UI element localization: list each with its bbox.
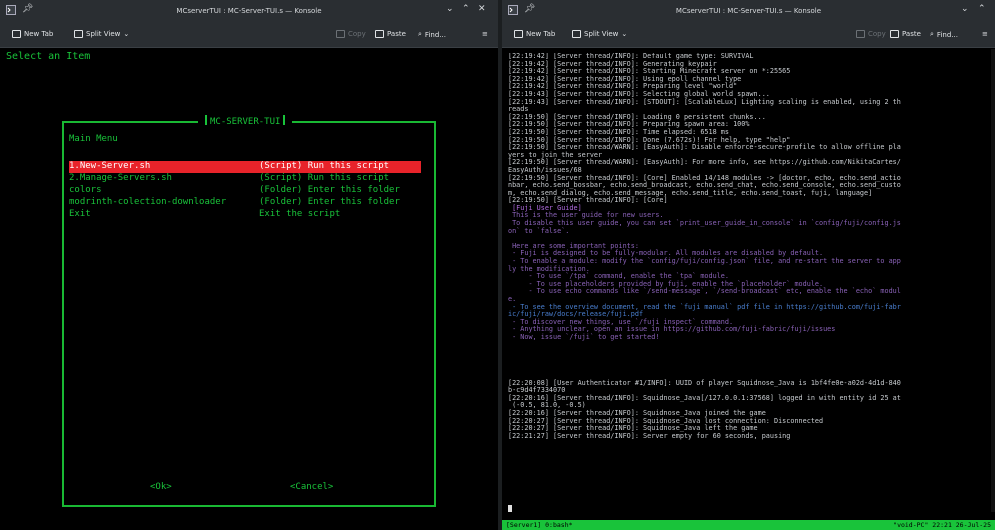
- right-toolbar: New Tab Split View ⌄ Copy Paste ⌕ Find..…: [502, 22, 995, 48]
- split-view-button[interactable]: Split View ⌄: [74, 30, 129, 38]
- right-titlebar: 📌︎ MCserverTUI : MC-Server-TUI.s — Konso…: [502, 0, 995, 22]
- log-line: [22:20:08] [User Authenticator #1/INFO]:…: [508, 378, 901, 387]
- menu-item[interactable]: 1.New-Server.sh (Script) Run this script: [69, 161, 421, 173]
- new-tab-icon: [514, 30, 523, 38]
- menu-item-description: (Folder) Enter this folder: [259, 185, 400, 195]
- new-tab-button[interactable]: New Tab: [12, 30, 53, 38]
- right-konsole-window: 📌︎ MCserverTUI : MC-Server-TUI.s — Konso…: [502, 0, 995, 530]
- copy-label: Copy: [868, 30, 886, 38]
- minimize-icon[interactable]: ⌄: [961, 4, 969, 14]
- menu-item-description: (Folder) Enter this folder: [259, 197, 400, 207]
- left-terminal[interactable]: Select an Item MC-SERVER-TUI Main Menu 1…: [0, 49, 498, 530]
- find-button[interactable]: ⌕ Find...: [930, 30, 958, 39]
- paste-label: Paste: [902, 30, 921, 38]
- window-title: MCserverTUI : MC-Server-TUI.s — Konsole: [675, 7, 822, 15]
- maximize-icon[interactable]: ⌃: [978, 4, 986, 14]
- split-view-label: Split View: [86, 30, 121, 38]
- tui-dialog: MC-SERVER-TUI Main Menu 1.New-Server.sh (…: [62, 115, 436, 507]
- tmux-session-label: [Server1] 0:bash*: [506, 521, 573, 529]
- menu-item[interactable]: 2.Manage-Servers.sh (Script) Run this scr…: [69, 173, 421, 185]
- dialog-title: MC-SERVER-TUI: [198, 115, 293, 127]
- minimize-icon[interactable]: ⌄: [446, 4, 454, 14]
- log-line: [22:21:27] [Server thread/INFO]: Server …: [508, 431, 791, 440]
- copy-button[interactable]: Copy: [856, 30, 886, 38]
- paste-button[interactable]: Paste: [890, 30, 921, 38]
- tmux-status-bar: [Server1] 0:bash* "void-PC" 22:21 26-Jul…: [502, 520, 995, 530]
- chevron-down-icon: ⌄: [621, 30, 628, 38]
- menu-item-name: 1.New-Server.sh: [69, 161, 151, 171]
- menu-item-name: modrinth-colection-downloader: [69, 197, 227, 207]
- copy-button[interactable]: Copy: [336, 30, 366, 38]
- menu-item[interactable]: Exit Exit the script: [69, 209, 421, 221]
- server-log: [22:19:42] [Server thread/INFO]: Default…: [508, 53, 989, 440]
- terminal-cursor: [508, 505, 512, 512]
- terminal-scrollbar[interactable]: [991, 49, 995, 512]
- menu-item-name: colors: [69, 185, 102, 195]
- cancel-button[interactable]: <Cancel>: [290, 482, 333, 492]
- copy-icon: [336, 30, 345, 38]
- split-view-label: Split View: [584, 30, 619, 38]
- find-label: Find...: [936, 30, 958, 39]
- split-view-button[interactable]: Split View ⌄: [572, 30, 627, 38]
- new-tab-label: New Tab: [24, 30, 54, 38]
- split-view-icon: [572, 30, 581, 38]
- log-line: on` to `false`.: [508, 226, 570, 235]
- log-line: - Now, issue `/fuji` to get started!: [508, 332, 660, 341]
- log-line: [22:19:43] [Server thread/INFO]: [STDOUT…: [508, 97, 901, 106]
- maximize-icon[interactable]: ⌃: [462, 4, 470, 14]
- left-toolbar: New Tab Split View ⌄ Copy Paste ⌕ Find..…: [0, 22, 498, 48]
- menu-item[interactable]: modrinth-colection-downloader (Folder) En…: [69, 197, 421, 209]
- search-icon: ⌕: [930, 30, 934, 38]
- search-icon: ⌕: [418, 30, 422, 38]
- new-tab-label: New Tab: [526, 30, 556, 38]
- left-konsole-window: 📌︎ MCserverTUI : MC-Server-TUI.s — Konso…: [0, 0, 498, 530]
- copy-icon: [856, 30, 865, 38]
- find-label: Find...: [424, 30, 446, 39]
- new-tab-icon: [12, 30, 21, 38]
- menu-title: Main Menu: [69, 134, 118, 144]
- menu-item-description: (Script) Run this script: [259, 173, 390, 183]
- menu-item-name: 2.Manage-Servers.sh: [69, 173, 172, 183]
- paste-icon: [375, 30, 384, 38]
- menu-item[interactable]: colors (Folder) Enter this folder: [69, 185, 421, 197]
- paste-label: Paste: [387, 30, 406, 38]
- status-line: Select an Item: [6, 51, 91, 62]
- paste-icon: [890, 30, 899, 38]
- left-titlebar: 📌︎ MCserverTUI : MC-Server-TUI.s — Konso…: [0, 0, 498, 22]
- copy-label: Copy: [348, 30, 366, 38]
- menu-item-description: (Script) Run this script: [259, 161, 390, 171]
- new-tab-button[interactable]: New Tab: [514, 30, 555, 38]
- tmux-host-time: "void-PC" 22:21 26-Jul-25: [893, 521, 991, 529]
- chevron-down-icon: ⌄: [123, 30, 130, 38]
- hamburger-menu-icon[interactable]: ≡: [982, 30, 988, 38]
- log-line: To disable this user guide, you can set …: [508, 219, 901, 228]
- log-line: - To use echo commands like `/send-messa…: [508, 287, 901, 296]
- hamburger-menu-icon[interactable]: ≡: [482, 30, 488, 38]
- window-title: MCserverTUI : MC-Server-TUI.s — Konsole: [176, 7, 322, 15]
- right-terminal[interactable]: [22:19:42] [Server thread/INFO]: Default…: [502, 49, 995, 530]
- menu-item-description: Exit the script: [259, 209, 341, 219]
- ok-button[interactable]: <Ok>: [150, 482, 172, 492]
- paste-button[interactable]: Paste: [375, 30, 406, 38]
- close-icon[interactable]: ✕: [478, 4, 486, 14]
- find-button[interactable]: ⌕ Find...: [418, 30, 446, 39]
- split-view-icon: [74, 30, 83, 38]
- menu-item-name: Exit: [69, 209, 91, 219]
